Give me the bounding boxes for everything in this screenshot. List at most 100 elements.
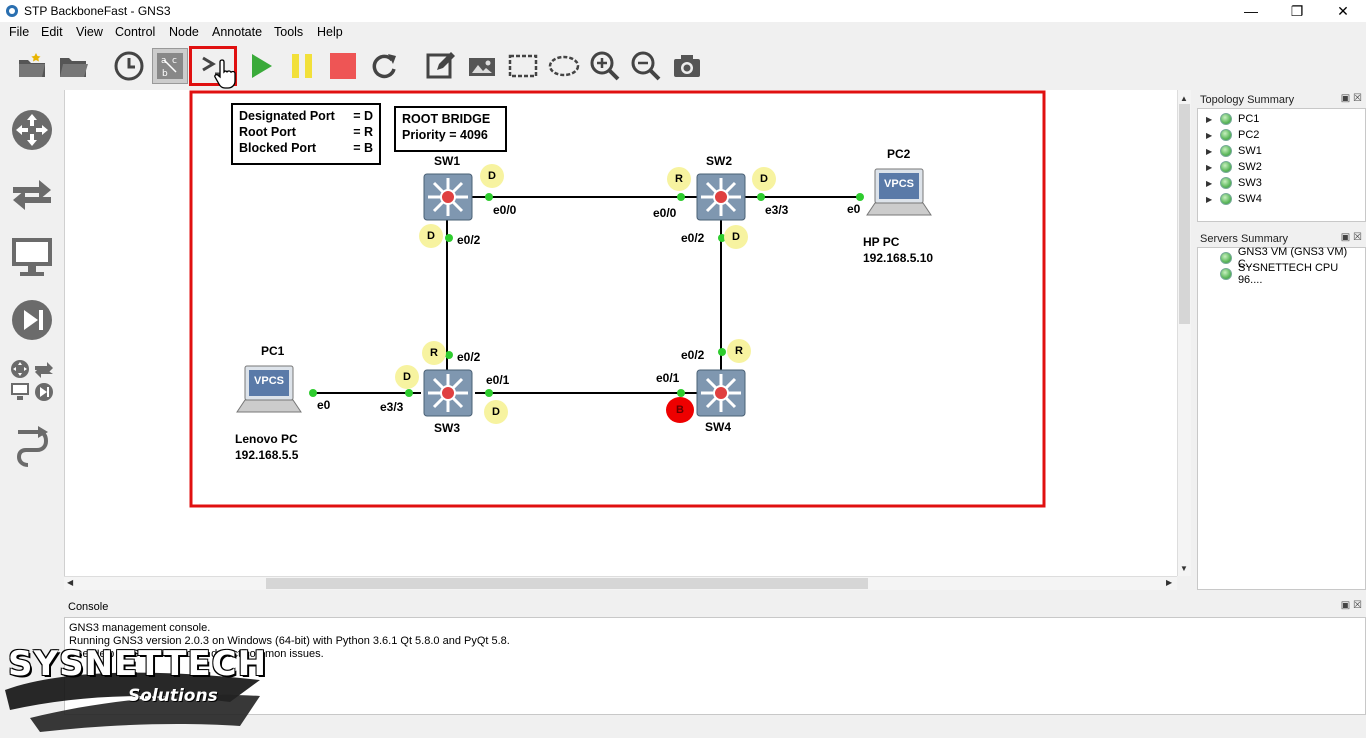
- stop-all-button[interactable]: [325, 48, 361, 84]
- servers-summary-dock-buttons[interactable]: ▣ ☒: [1341, 232, 1362, 243]
- servers-summary-panel: GNS3 VM (GNS3 VM) C... SYSNETTECH CPU 96…: [1197, 246, 1366, 590]
- sw2-e0-2-role-badge: D: [724, 225, 748, 249]
- sw3-label: SW3: [434, 421, 461, 435]
- zoom-out-button[interactable]: [628, 48, 664, 84]
- maximize-button[interactable]: ❐: [1274, 0, 1320, 22]
- vertical-scroll-thumb[interactable]: [1179, 104, 1190, 324]
- legend-row-designated: Designated Port = D: [239, 109, 373, 123]
- minimize-button[interactable]: —: [1228, 0, 1274, 22]
- scroll-down-icon[interactable]: ▼: [1180, 564, 1188, 573]
- new-project-button[interactable]: [14, 48, 50, 84]
- console-dock-buttons[interactable]: ▣ ☒: [1341, 600, 1362, 611]
- status-green-icon: [1220, 161, 1232, 173]
- scroll-right-icon[interactable]: ▶: [1166, 578, 1172, 587]
- topology-item-sw1[interactable]: ▶ SW1: [1206, 143, 1262, 159]
- canvas-vertical-scrollbar[interactable]: ▲ ▼: [1177, 90, 1191, 576]
- device-toolbar: [0, 90, 64, 590]
- status-bar: [0, 715, 1366, 738]
- menu-view[interactable]: View: [76, 25, 103, 39]
- server-item-local[interactable]: SYSNETTECH CPU 96....: [1220, 262, 1365, 286]
- status-green-icon: [1220, 129, 1232, 141]
- status-green-icon: [1220, 145, 1232, 157]
- draw-rectangle-button[interactable]: [505, 48, 541, 84]
- servers-summary-title: Servers Summary: [1200, 233, 1289, 245]
- suspend-all-button[interactable]: [284, 48, 320, 84]
- status-green-icon: [1220, 177, 1232, 189]
- sw2-e0-0-label: e0/0: [653, 206, 677, 220]
- insert-picture-button[interactable]: [464, 48, 500, 84]
- console-output[interactable]: GNS3 management console. Running GNS3 ve…: [64, 617, 1366, 715]
- sw2-e3-3-label: e3/3: [765, 203, 789, 217]
- topology-item-sw3[interactable]: ▶ SW3: [1206, 175, 1262, 191]
- topology-canvas[interactable]: Designated Port = D Root Port = R Blocked …: [64, 90, 1177, 576]
- menu-node[interactable]: Node: [169, 25, 199, 39]
- scroll-up-icon[interactable]: ▲: [1180, 94, 1188, 103]
- topology-item-pc2[interactable]: ▶ PC2: [1206, 127, 1259, 143]
- draw-ellipse-button[interactable]: [546, 48, 582, 84]
- close-button[interactable]: ✕: [1320, 0, 1366, 22]
- sw2-e0-2-label: e0/2: [681, 231, 705, 245]
- screenshot-button[interactable]: [669, 48, 705, 84]
- menu-file[interactable]: File: [9, 25, 29, 39]
- open-project-button[interactable]: [55, 48, 91, 84]
- menu-annotate[interactable]: Annotate: [212, 25, 262, 39]
- play-icon: [252, 54, 272, 78]
- browse-security-devices-button[interactable]: [8, 296, 56, 344]
- zoom-in-button[interactable]: [587, 48, 623, 84]
- status-green-icon: [1220, 252, 1232, 264]
- pc1-vpcs-icon[interactable]: VPCS: [235, 364, 305, 424]
- expand-arrow-icon[interactable]: ▶: [1206, 179, 1216, 188]
- sw2-switch-icon[interactable]: [695, 172, 747, 222]
- stop-icon: [330, 53, 356, 79]
- pc2-vpcs-icon[interactable]: VPCS: [865, 167, 935, 227]
- clock-icon: [114, 51, 144, 81]
- new-folder-icon: [19, 53, 45, 77]
- canvas-horizontal-scrollbar[interactable]: ◀ ▶: [64, 576, 1177, 590]
- console-line: Use Help -> GNS3 Doctor to detect common…: [69, 648, 324, 660]
- sw3-e0-1-label: e0/1: [486, 373, 510, 387]
- expand-arrow-icon[interactable]: ▶: [1206, 147, 1216, 156]
- all-devices-icon: [11, 360, 53, 401]
- pc2-label: PC2: [887, 147, 911, 161]
- pause-icon: [292, 54, 312, 78]
- browse-end-devices-button[interactable]: [8, 232, 56, 280]
- hand-cursor-icon: [214, 59, 236, 89]
- reload-icon: [372, 54, 396, 79]
- scroll-left-icon[interactable]: ◀: [67, 578, 73, 587]
- ellipse-icon: [548, 55, 580, 77]
- horizontal-scroll-thumb[interactable]: [266, 578, 868, 589]
- window-title: STP BackboneFast - GNS3: [24, 4, 171, 18]
- interface-labels-icon: a cb: [157, 53, 183, 79]
- browse-all-devices-button[interactable]: [8, 356, 56, 404]
- sw3-switch-icon[interactable]: [422, 368, 474, 418]
- menu-control[interactable]: Control: [115, 25, 155, 39]
- topology-summary-dock-buttons[interactable]: ▣ ☒: [1341, 93, 1362, 104]
- menu-help[interactable]: Help: [317, 25, 343, 39]
- zoom-out-icon: [631, 51, 661, 81]
- expand-arrow-icon[interactable]: ▶: [1206, 131, 1216, 140]
- laptop-icon: [866, 168, 932, 216]
- browse-routers-button[interactable]: [8, 106, 56, 154]
- reload-all-button[interactable]: [366, 48, 402, 84]
- sw4-label: SW4: [705, 420, 732, 434]
- sw2-e0-0-role-badge: R: [667, 167, 691, 191]
- topology-item-sw2[interactable]: ▶ SW2: [1206, 159, 1262, 175]
- topology-item-pc1[interactable]: ▶ PC1: [1206, 111, 1259, 127]
- expand-arrow-icon[interactable]: ▶: [1206, 195, 1216, 204]
- zoom-in-icon: [590, 51, 620, 81]
- sw3-e3-3-label: e3/3: [380, 400, 404, 414]
- menu-tools[interactable]: Tools: [274, 25, 303, 39]
- expand-arrow-icon[interactable]: ▶: [1206, 163, 1216, 172]
- browse-switches-button[interactable]: [8, 170, 56, 218]
- sw4-switch-icon[interactable]: [695, 368, 747, 418]
- add-note-button[interactable]: [423, 48, 459, 84]
- snapshot-button[interactable]: [111, 48, 147, 84]
- menu-edit[interactable]: Edit: [41, 25, 63, 39]
- add-link-button[interactable]: [8, 420, 56, 468]
- topology-item-sw4[interactable]: ▶ SW4: [1206, 191, 1262, 207]
- expand-arrow-icon[interactable]: ▶: [1206, 115, 1216, 124]
- show-interface-labels-button[interactable]: acb: [152, 48, 188, 84]
- start-all-button[interactable]: [243, 48, 279, 84]
- laptop-icon: [236, 365, 302, 413]
- sw1-switch-icon[interactable]: [422, 172, 474, 222]
